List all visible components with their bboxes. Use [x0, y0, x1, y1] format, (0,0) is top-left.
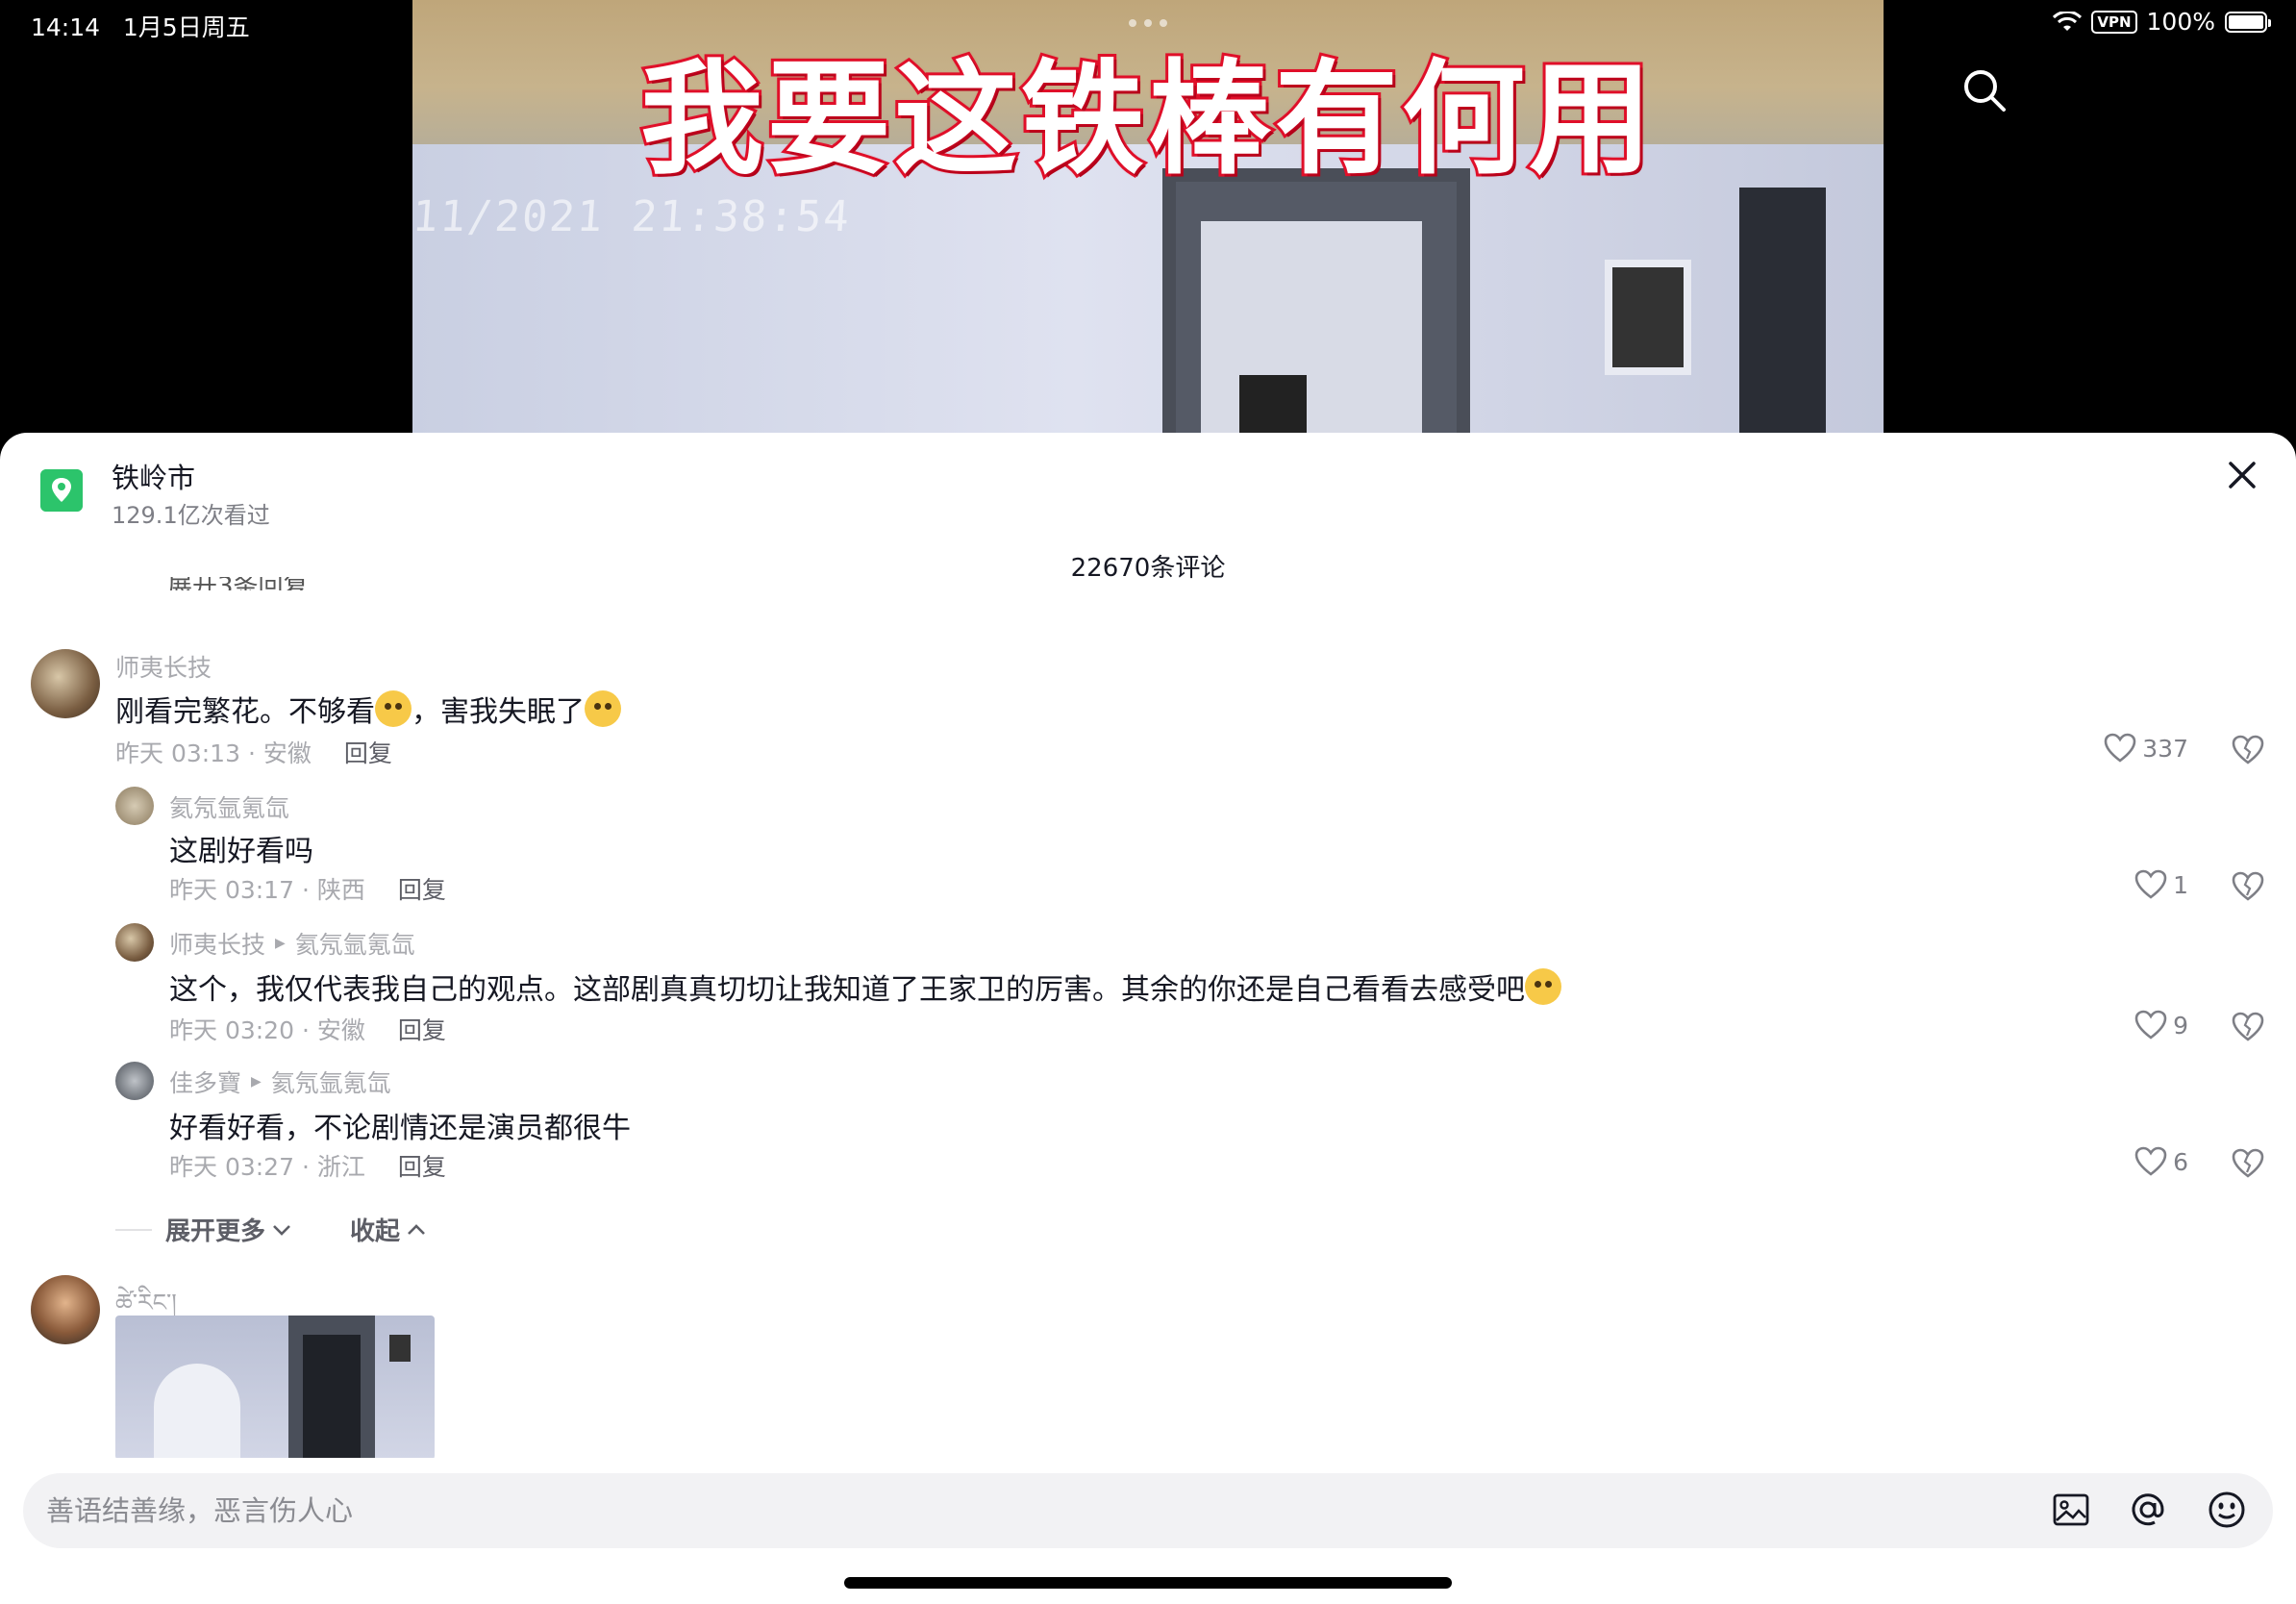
- image-wall-panel: [389, 1335, 411, 1362]
- reply-button[interactable]: 回复: [398, 1012, 446, 1046]
- avatar[interactable]: [115, 1062, 154, 1100]
- avatar[interactable]: [115, 923, 154, 962]
- reply-to-user[interactable]: 氦氖氩氪氙: [271, 1065, 391, 1099]
- reply-time-location: 昨天 03:27 · 浙江: [169, 1153, 365, 1181]
- reply-arrow-icon: ▶: [275, 936, 286, 951]
- like-button[interactable]: 337: [2104, 733, 2188, 764]
- divider-line: [115, 1228, 152, 1231]
- location-views: 129.1亿次看过: [112, 502, 270, 529]
- home-indicator[interactable]: [844, 1577, 1452, 1589]
- like-button[interactable]: 6: [2134, 1146, 2188, 1177]
- reply-text: 这剧好看吗: [169, 835, 313, 868]
- heart-icon: [2134, 869, 2167, 899]
- chevron-up-icon: [408, 1223, 425, 1235]
- reply-meta: 昨天 03:17 · 陕西 回复: [169, 871, 446, 906]
- reply-button[interactable]: 回复: [398, 1148, 446, 1183]
- status-bar: 14:14 1月5日周五 VPN 100%: [0, 0, 2296, 44]
- like-count: 9: [2173, 1011, 2188, 1040]
- video-shelf: [1239, 375, 1307, 433]
- comment-meta: 昨天 03:13 · 安徽 回复: [115, 735, 392, 769]
- reply-arrow-icon: ▶: [251, 1074, 262, 1090]
- reply-meta: 昨天 03:27 · 浙江 回复: [169, 1148, 446, 1183]
- search-icon[interactable]: [1958, 63, 2011, 117]
- video-frame[interactable]: 11/2021 21:38:54 我要这铁棒有何用: [412, 0, 1884, 433]
- reply-text: 这个，我仅代表我自己的观点。这部剧真真切切让我知道了王家卫的厉害。其余的你还是自…: [169, 965, 1561, 1008]
- image-door-interior: [303, 1335, 361, 1460]
- comment-author[interactable]: 师夷长技: [115, 649, 212, 684]
- video-player[interactable]: 11/2021 21:38:54 我要这铁棒有何用: [0, 0, 2296, 433]
- avatar[interactable]: [115, 787, 154, 825]
- battery-percent: 100%: [2146, 8, 2215, 36]
- status-indicators: VPN 100%: [2053, 8, 2271, 36]
- pleading-face-icon: [375, 690, 412, 727]
- video-wall-panel: [1605, 260, 1691, 375]
- avatar[interactable]: [31, 1275, 100, 1344]
- broken-heart-icon[interactable]: [2231, 733, 2265, 767]
- video-door-interior: [1201, 221, 1422, 433]
- image-figure: [154, 1364, 240, 1460]
- location-pin-icon[interactable]: [40, 469, 83, 512]
- video-title-overlay: 我要这铁棒有何用: [637, 45, 1656, 194]
- comment-image[interactable]: [115, 1316, 435, 1460]
- broken-heart-icon[interactable]: [2231, 869, 2265, 904]
- reply-author[interactable]: 佳多寶 ▶ 氦氖氩氪氙: [169, 1065, 391, 1099]
- comment-count: 22670条评论: [1070, 554, 1226, 583]
- close-icon[interactable]: [2221, 454, 2263, 496]
- pleading-face-icon: [585, 690, 621, 727]
- like-count: 6: [2173, 1147, 2188, 1176]
- collapse-button[interactable]: 收起: [350, 1212, 427, 1247]
- avatar[interactable]: [31, 649, 100, 718]
- broken-heart-icon[interactable]: [2231, 1146, 2265, 1181]
- like-button[interactable]: 9: [2134, 1010, 2188, 1040]
- like-count: 337: [2142, 734, 2188, 763]
- chevron-down-icon: [273, 1224, 290, 1236]
- reply-author[interactable]: 师夷长技 ▶ 氦氖氩氪氙: [169, 926, 415, 961]
- reply-text: 好看好看，不论剧情还是演员都很牛: [169, 1112, 631, 1145]
- heart-icon: [2104, 733, 2136, 763]
- status-time: 14:14 1月5日周五: [31, 13, 250, 41]
- vpn-badge: VPN: [2091, 10, 2137, 34]
- reply-button[interactable]: 回复: [398, 871, 446, 906]
- broken-heart-icon[interactable]: [2231, 1010, 2265, 1044]
- cctv-timestamp: 11/2021 21:38:54: [412, 192, 853, 241]
- smile-face-icon: [1525, 968, 1561, 1005]
- reply-button[interactable]: 回复: [344, 735, 392, 769]
- heart-icon: [2134, 1010, 2167, 1040]
- clipped-expand-replies[interactable]: 展开3条回复: [167, 577, 309, 590]
- video-side-door: [1739, 188, 1826, 433]
- heart-icon: [2134, 1146, 2167, 1176]
- comment-time-location: 昨天 03:13 · 安徽: [115, 739, 312, 767]
- reply-author[interactable]: 氦氖氩氪氙: [169, 789, 289, 824]
- mention-icon[interactable]: [2127, 1489, 2169, 1531]
- comment-text: 刚看完繁花。不够看 ，害我失眠了: [115, 688, 621, 730]
- wifi-icon: [2053, 11, 2083, 31]
- reply-to-user[interactable]: 氦氖氩氪氙: [295, 926, 415, 961]
- image-picker-icon[interactable]: [2050, 1489, 2092, 1531]
- expand-collapse-row: 展开更多 收起: [115, 1212, 427, 1247]
- expand-more-button[interactable]: 展开更多: [165, 1212, 292, 1247]
- reply-meta: 昨天 03:20 · 安徽 回复: [169, 1012, 446, 1046]
- battery-icon: [2225, 11, 2271, 33]
- location-name[interactable]: 铁岭市: [112, 456, 195, 496]
- reply-time-location: 昨天 03:17 · 陕西: [169, 876, 365, 904]
- like-count: 1: [2173, 870, 2188, 899]
- emoji-icon[interactable]: [2206, 1489, 2248, 1531]
- like-button[interactable]: 1: [2134, 869, 2188, 900]
- reply-time-location: 昨天 03:20 · 安徽: [169, 1016, 365, 1044]
- comment-input[interactable]: [46, 1491, 1873, 1530]
